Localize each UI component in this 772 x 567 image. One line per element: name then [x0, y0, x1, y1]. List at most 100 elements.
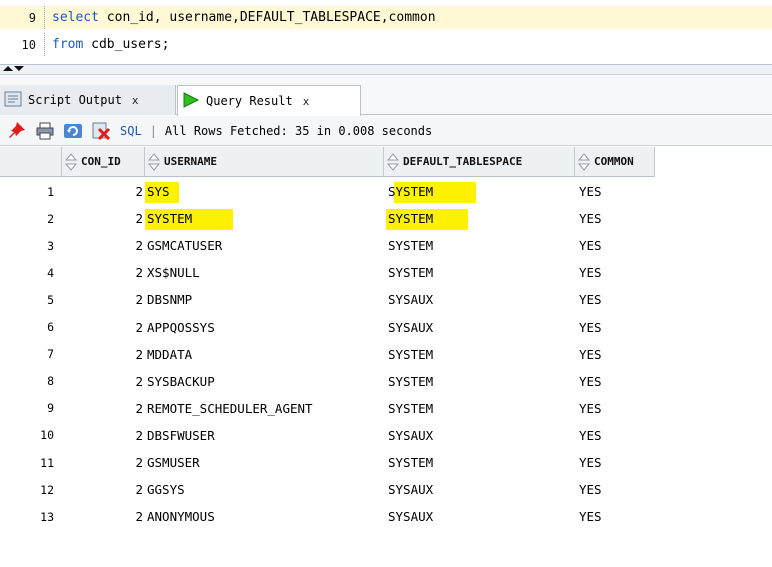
- cell-default-tablespace[interactable]: SYSAUX: [384, 476, 574, 503]
- cell-common[interactable]: YES: [575, 259, 655, 286]
- cell-common[interactable]: YES: [575, 286, 655, 313]
- cell-common[interactable]: YES: [575, 178, 655, 205]
- cell-con-id[interactable]: 2: [62, 205, 144, 232]
- sort-icon[interactable]: [64, 152, 78, 171]
- cell-default-tablespace[interactable]: SYSAUX: [384, 503, 574, 530]
- cell-con-id[interactable]: 2: [62, 368, 144, 395]
- cell-common[interactable]: YES: [575, 341, 655, 368]
- fetch-status: All Rows Fetched: 35 in 0.008 seconds: [164, 123, 433, 138]
- table-row[interactable]: 12 2 GGSYS SYSAUX YES: [0, 476, 772, 503]
- cell-username[interactable]: SYSBACKUP: [145, 368, 383, 395]
- cell-default-tablespace[interactable]: SYSTEM: [384, 259, 574, 286]
- cell-username[interactable]: APPQOSSYS: [145, 314, 383, 341]
- cell-common[interactable]: YES: [575, 503, 655, 530]
- column-header-default-tablespace[interactable]: DEFAULT_TABLESPACE: [384, 147, 575, 177]
- collapse-up-icon[interactable]: [3, 66, 13, 71]
- cell-default-tablespace[interactable]: SYSAUX: [384, 422, 574, 449]
- output-tab-bar: Script Output x Query Result x: [0, 75, 772, 116]
- refresh-icon[interactable]: [62, 120, 84, 142]
- cell-common[interactable]: YES: [575, 205, 655, 232]
- cell-username[interactable]: DBSFWUSER: [145, 422, 383, 449]
- table-row[interactable]: 11 2 GSMUSER SYSTEM YES: [0, 449, 772, 476]
- result-grid[interactable]: CON_ID USERNAME DEFAULT_TABLESPACE COMMO…: [0, 147, 772, 567]
- cell-common[interactable]: YES: [575, 395, 655, 422]
- cell-con-id[interactable]: 2: [62, 314, 144, 341]
- cell-default-tablespace[interactable]: SYSAUX: [384, 286, 574, 313]
- table-row[interactable]: 7 2 MDDATA SYSTEM YES: [0, 341, 772, 368]
- cell-common[interactable]: YES: [575, 422, 655, 449]
- sort-icon[interactable]: [577, 152, 591, 171]
- export-icon[interactable]: [90, 120, 112, 142]
- cell-username[interactable]: GGSYS: [145, 476, 383, 503]
- tab-script-output[interactable]: Script Output x: [0, 85, 176, 115]
- table-row[interactable]: 4 2 XS$NULL SYSTEM YES: [0, 259, 772, 286]
- cell-con-id[interactable]: 2: [62, 259, 144, 286]
- cell-default-tablespace[interactable]: SYSTEM: [384, 368, 574, 395]
- column-header-con-id[interactable]: CON_ID: [62, 147, 145, 177]
- cell-con-id[interactable]: 2: [62, 503, 144, 530]
- sql-editor[interactable]: 9 select con_id, username,DEFAULT_TABLES…: [0, 0, 772, 64]
- table-row[interactable]: 6 2 APPQOSSYS SYSAUX YES: [0, 314, 772, 341]
- cell-default-tablespace[interactable]: SYSTEM: [384, 449, 574, 476]
- row-number: 3: [47, 238, 54, 253]
- cell-common[interactable]: YES: [575, 232, 655, 259]
- cell-con-id[interactable]: 2: [62, 286, 144, 313]
- cell-common[interactable]: YES: [575, 314, 655, 341]
- cell-common[interactable]: YES: [575, 368, 655, 395]
- column-header-common[interactable]: COMMON: [575, 147, 655, 177]
- table-row[interactable]: 8 2 SYSBACKUP SYSTEM YES: [0, 368, 772, 395]
- cell-default-tablespace[interactable]: SYSTEM: [384, 178, 574, 205]
- row-number: 5: [47, 292, 54, 307]
- cell-default-tablespace[interactable]: SYSTEM: [384, 232, 574, 259]
- row-number: 8: [47, 374, 54, 389]
- cell-username[interactable]: REMOTE_SCHEDULER_AGENT: [145, 395, 383, 422]
- cell-username[interactable]: SYSTEM: [145, 205, 383, 232]
- line-number: 9: [28, 10, 36, 25]
- sql-link[interactable]: SQL: [120, 124, 142, 138]
- cell-con-id[interactable]: 2: [62, 341, 144, 368]
- row-number: 10: [40, 428, 54, 443]
- cell-default-tablespace[interactable]: SYSAUX: [384, 314, 574, 341]
- tab-query-result[interactable]: Query Result x: [177, 85, 361, 116]
- cell-common[interactable]: YES: [575, 476, 655, 503]
- cell-con-id[interactable]: 2: [62, 422, 144, 449]
- cell-username[interactable]: MDDATA: [145, 341, 383, 368]
- panel-splitter[interactable]: [0, 64, 772, 75]
- table-row[interactable]: 9 2 REMOTE_SCHEDULER_AGENT SYSTEM YES: [0, 395, 772, 422]
- row-number: 11: [40, 455, 54, 470]
- cell-default-tablespace[interactable]: SYSTEM: [384, 395, 574, 422]
- table-row[interactable]: 1 2 SYS SYSTEM YES: [0, 178, 772, 205]
- table-row[interactable]: 5 2 DBSNMP SYSAUX YES: [0, 286, 772, 313]
- print-icon[interactable]: [34, 120, 56, 142]
- column-header-username[interactable]: USERNAME: [145, 147, 384, 177]
- cell-con-id[interactable]: 2: [62, 395, 144, 422]
- sort-icon[interactable]: [386, 152, 400, 171]
- table-row[interactable]: 3 2 GSMCATUSER SYSTEM YES: [0, 232, 772, 259]
- close-icon[interactable]: x: [303, 95, 310, 108]
- cell-default-tablespace[interactable]: SYSTEM: [384, 205, 574, 232]
- row-number: 6: [47, 320, 54, 334]
- table-row[interactable]: 10 2 DBSFWUSER SYSAUX YES: [0, 422, 772, 449]
- cell-username[interactable]: ANONYMOUS: [145, 503, 383, 530]
- sort-icon[interactable]: [147, 152, 161, 171]
- table-row[interactable]: 2 2 SYSTEM SYSTEM YES: [0, 205, 772, 232]
- cell-default-tablespace[interactable]: SYSTEM: [384, 341, 574, 368]
- cell-common[interactable]: YES: [575, 449, 655, 476]
- cell-username[interactable]: XS$NULL: [145, 259, 383, 286]
- close-icon[interactable]: x: [132, 94, 139, 107]
- code-line-10[interactable]: 10 from cdb_users;: [0, 33, 772, 56]
- pin-icon[interactable]: [6, 120, 28, 142]
- collapse-down-icon[interactable]: [14, 66, 24, 71]
- cell-username[interactable]: SYS: [145, 178, 383, 205]
- cell-con-id[interactable]: 2: [62, 232, 144, 259]
- table-row[interactable]: 13 2 ANONYMOUS SYSAUX YES: [0, 503, 772, 530]
- cell-username[interactable]: GSMCATUSER: [145, 232, 383, 259]
- toolbar-separator: |: [149, 123, 157, 138]
- code-line-9[interactable]: 9 select con_id, username,DEFAULT_TABLES…: [0, 6, 772, 29]
- cell-con-id[interactable]: 2: [62, 476, 144, 503]
- cell-con-id[interactable]: 2: [62, 449, 144, 476]
- cell-username[interactable]: GSMUSER: [145, 449, 383, 476]
- cell-con-id[interactable]: 2: [62, 178, 144, 205]
- cell-username[interactable]: DBSNMP: [145, 286, 383, 313]
- row-number: 7: [47, 347, 54, 362]
